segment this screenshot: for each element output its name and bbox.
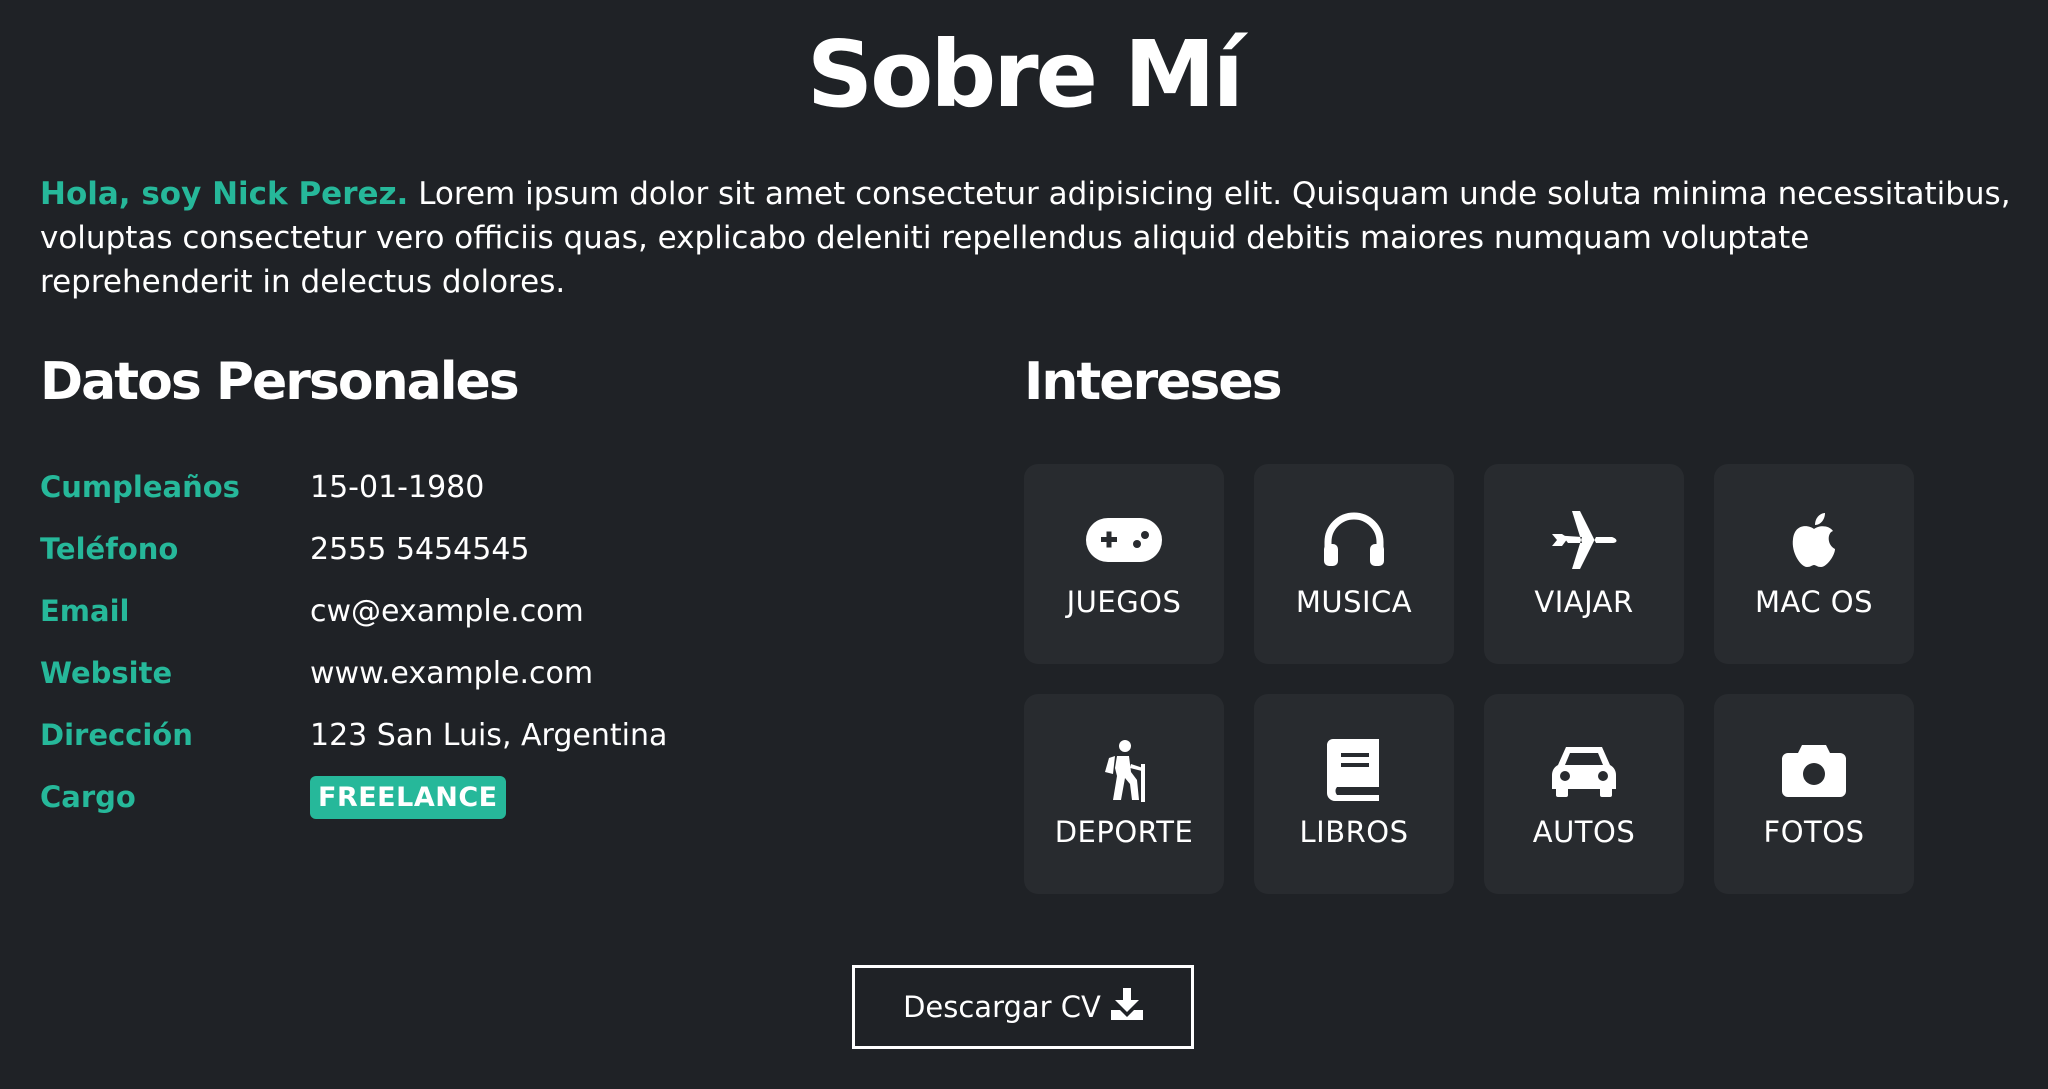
personal-row-phone: Teléfono 2555 5454545 <box>40 518 940 580</box>
interest-label: LIBROS <box>1299 815 1409 849</box>
row-label: Dirección <box>40 718 193 752</box>
download-icon <box>1110 987 1143 1027</box>
hiking-icon <box>1085 739 1163 802</box>
interest-label: AUTOS <box>1532 815 1636 849</box>
personal-row-address: Dirección 123 San Luis, Argentina <box>40 704 940 766</box>
intro-highlight: Hola, soy Nick Perez. <box>40 176 409 212</box>
row-value: 123 San Luis, Argentina <box>310 717 668 753</box>
interest-label: DEPORTE <box>1054 815 1194 849</box>
interest-label: MUSICA <box>1295 585 1413 619</box>
row-value: 2555 5454545 <box>310 531 530 567</box>
gamepad-icon <box>1085 509 1163 571</box>
personal-row-website: Website www.example.com <box>40 642 940 704</box>
row-label: Teléfono <box>40 532 179 566</box>
interest-card-sport[interactable]: DEPORTE <box>1024 694 1224 894</box>
apple-icon <box>1775 509 1853 571</box>
plane-icon <box>1545 509 1623 571</box>
interest-label: FOTOS <box>1763 815 1865 849</box>
download-cv-button[interactable]: Descargar CV <box>852 965 1194 1049</box>
role-badge: FREELANCE <box>310 775 506 819</box>
download-cv-label: Descargar CV <box>903 990 1101 1024</box>
row-value: cw@example.com <box>310 593 584 629</box>
interest-card-macos[interactable]: MAC OS <box>1714 464 1914 664</box>
personal-data-list: Cumpleaños 15-01-1980 Teléfono 2555 5454… <box>40 456 940 828</box>
interest-label: VIAJAR <box>1534 585 1634 619</box>
personal-row-birthday: Cumpleaños 15-01-1980 <box>40 456 940 518</box>
row-label: Email <box>40 594 130 628</box>
interest-card-books[interactable]: LIBROS <box>1254 694 1454 894</box>
row-label: Website <box>40 656 173 690</box>
interest-label: JUEGOS <box>1066 585 1182 619</box>
personal-row-email: Email cw@example.com <box>40 580 940 642</box>
personal-row-role: Cargo FREELANCE <box>40 766 940 828</box>
camera-icon <box>1775 739 1853 801</box>
interest-card-games[interactable]: JUEGOS <box>1024 464 1224 664</box>
interests-grid: JUEGOS MUSICA VIAJAR MAC OS DEPORTE LIBR… <box>1024 464 1914 894</box>
row-label: Cargo <box>40 780 136 814</box>
row-value: 15-01-1980 <box>310 469 485 505</box>
headphones-icon <box>1315 509 1393 571</box>
interest-card-cars[interactable]: AUTOS <box>1484 694 1684 894</box>
row-value: www.example.com <box>310 655 594 691</box>
page-title: Sobre Mí <box>806 21 1244 128</box>
interest-card-travel[interactable]: VIAJAR <box>1484 464 1684 664</box>
intro-paragraph: Hola, soy Nick Perez. Lorem ipsum dolor … <box>40 172 2015 304</box>
interest-label: MAC OS <box>1754 585 1874 619</box>
car-icon <box>1545 739 1623 801</box>
interest-card-photos[interactable]: FOTOS <box>1714 694 1914 894</box>
interest-card-music[interactable]: MUSICA <box>1254 464 1454 664</box>
personal-data-heading: Datos Personales <box>40 352 520 412</box>
book-icon <box>1315 739 1393 801</box>
row-label: Cumpleaños <box>40 470 240 504</box>
interests-heading: Intereses <box>1024 352 1283 412</box>
